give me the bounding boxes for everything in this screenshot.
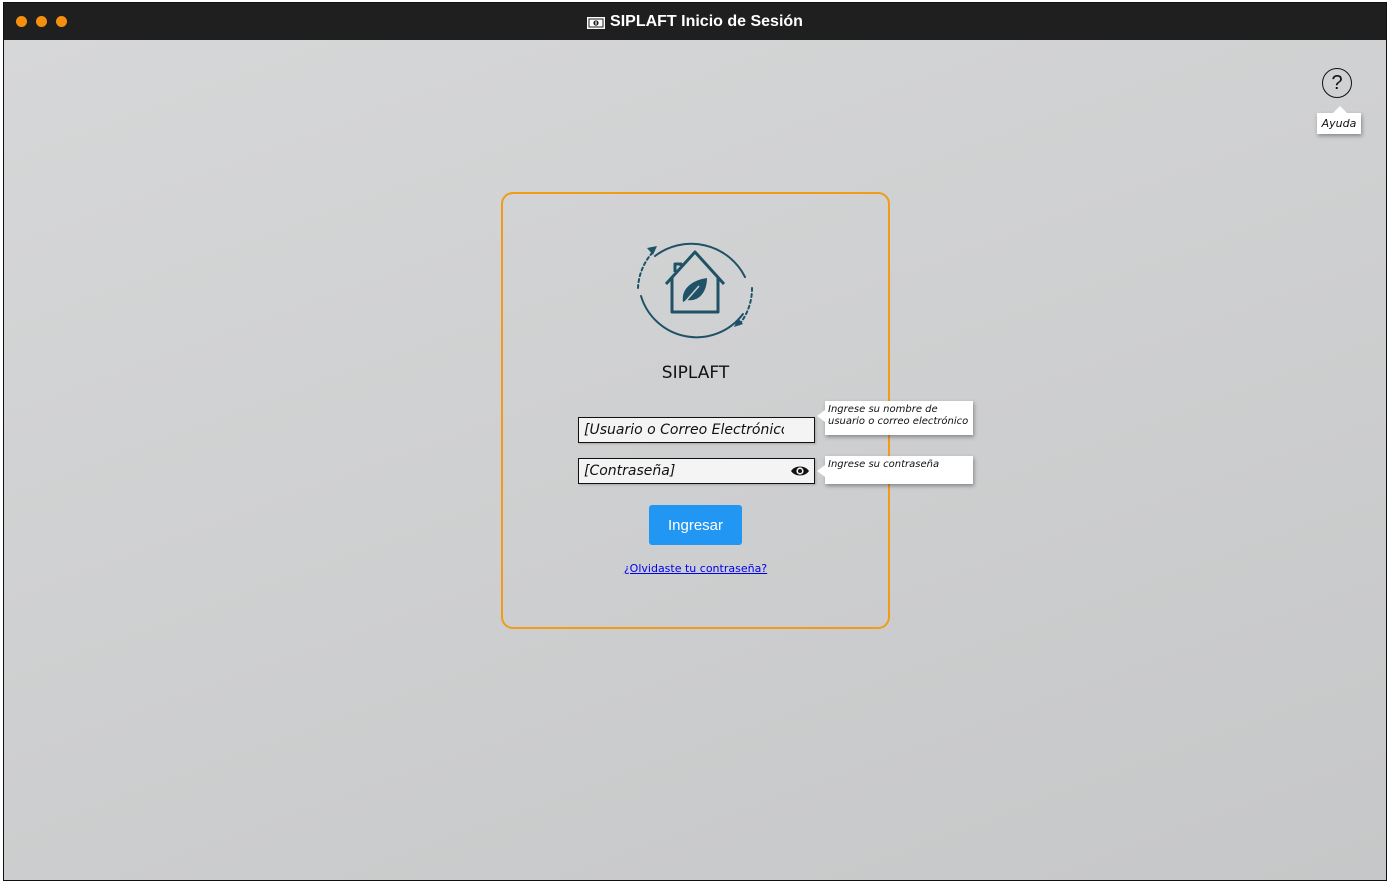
main-content: ? Ayuda SIPLAFT [Usuario o Correo Electr… [4,40,1386,880]
username-input[interactable] [579,418,814,442]
money-icon [587,16,606,29]
password-tooltip: Ingrese su contraseña [817,456,973,484]
window-title-text: SIPLAFT Inicio de Sesión [610,12,803,30]
eye-icon[interactable] [790,463,810,479]
password-field[interactable] [578,458,815,484]
password-input[interactable] [579,459,814,483]
login-button[interactable]: Ingresar [649,505,742,545]
forgot-password-link[interactable]: ¿Olvidaste tu contraseña? [503,562,888,575]
username-tooltip-text: Ingrese su nombre de usuario o correo el… [828,404,969,427]
help-tooltip-text: Ayuda [1321,116,1357,130]
window-title: SIPLAFT Inicio de Sesión [4,3,1386,40]
password-tooltip-text: Ingrese su contraseña [828,459,940,470]
app-name: SIPLAFT [661,363,730,383]
forgot-password-text[interactable]: ¿Olvidaste tu contraseña? [624,562,767,575]
login-card: SIPLAFT Ingrese su nombre de usuario o c… [501,192,973,629]
question-mark-icon: ? [1331,71,1343,94]
username-tooltip: Ingrese su nombre de usuario o correo el… [817,401,973,435]
help-tooltip: Ayuda [1317,106,1361,134]
username-field[interactable] [578,417,815,443]
title-bar: SIPLAFT Inicio de Sesión [4,3,1386,40]
eco-house-icon [637,242,754,339]
app-window: SIPLAFT Inicio de Sesión ? Ayuda SIPLAFT… [3,2,1387,881]
help-button[interactable]: ? [1322,68,1352,98]
